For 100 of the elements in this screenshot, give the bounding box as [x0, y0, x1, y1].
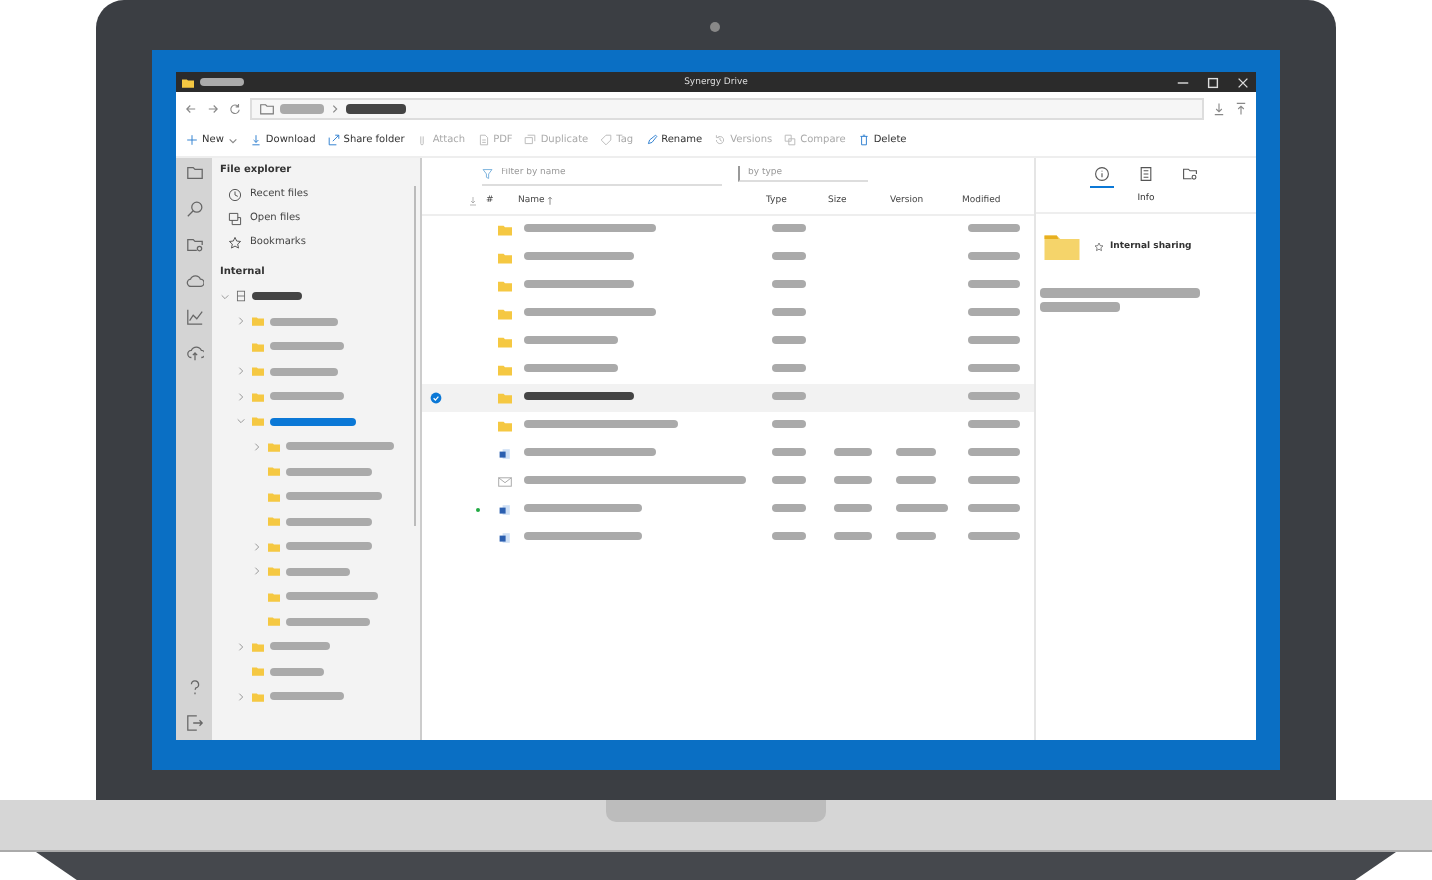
folder-icon	[268, 516, 280, 527]
folder-icon	[498, 280, 512, 292]
redacted-bar	[968, 280, 1020, 288]
folder-icon	[252, 316, 264, 327]
chevron-icon[interactable]	[236, 366, 246, 377]
folder-icon	[268, 541, 280, 552]
folder-icon	[498, 252, 512, 264]
folder-search-icon	[1182, 166, 1198, 182]
path-field[interactable]	[250, 97, 1204, 119]
redacted-bar	[834, 532, 872, 540]
folder-icon	[1044, 232, 1080, 260]
sign-out-icon[interactable]	[185, 714, 203, 732]
envelope-icon	[498, 476, 512, 488]
redacted-bar	[772, 364, 806, 372]
redacted-bar	[524, 280, 634, 288]
folder-icon	[268, 566, 280, 577]
redacted-bar	[524, 224, 656, 232]
tag-icon	[600, 134, 613, 146]
redacted-bar	[524, 392, 634, 400]
chevron-icon[interactable]	[236, 641, 246, 652]
redacted-bar	[286, 617, 370, 626]
chevron-icon[interactable]	[252, 441, 262, 452]
redacted-bar	[772, 224, 806, 232]
chevron-icon[interactable]	[236, 391, 246, 402]
redacted-bar	[968, 532, 1020, 540]
redacted-bar	[524, 364, 618, 372]
clock-icon[interactable]	[228, 187, 242, 201]
file-row[interactable]	[422, 384, 1034, 412]
redacted-bar	[968, 224, 1020, 232]
redacted-bar	[524, 448, 656, 456]
redacted-bar	[286, 492, 382, 501]
redacted-bar	[286, 467, 373, 476]
redacted-bar	[834, 476, 872, 484]
maximize-icon[interactable]	[1206, 75, 1220, 89]
chevron-icon[interactable]	[252, 541, 262, 552]
plus-icon	[186, 134, 198, 146]
history-icon	[714, 134, 727, 146]
redacted-bar	[524, 308, 656, 316]
redacted-bar	[286, 542, 373, 551]
caret-icon[interactable]	[227, 135, 238, 145]
server-icon	[236, 290, 246, 303]
folder-icon	[252, 641, 264, 652]
filter-icon	[482, 167, 494, 179]
chevron-icon[interactable]	[220, 291, 230, 302]
share-icon	[327, 134, 340, 146]
windows-icon[interactable]	[228, 211, 242, 225]
redacted-bar	[270, 342, 344, 351]
refresh-icon[interactable]	[228, 101, 242, 115]
download-icon	[468, 195, 478, 205]
redacted-bar	[968, 364, 1020, 372]
forward-arrow-icon[interactable]	[206, 101, 220, 115]
redacted-bar	[524, 252, 634, 260]
folder-icon	[252, 416, 264, 427]
star-icon[interactable]	[228, 235, 242, 249]
chevron-icon[interactable]	[236, 316, 246, 327]
redacted-bar	[968, 392, 1020, 400]
redacted-bar	[772, 420, 806, 428]
back-arrow-icon[interactable]	[184, 101, 198, 115]
search-icon[interactable]	[185, 200, 203, 218]
chevron-icon[interactable]	[236, 416, 246, 427]
redacted-bar	[270, 392, 344, 401]
redacted-bar	[968, 420, 1020, 428]
download-icon[interactable]	[1212, 101, 1226, 115]
sort-arrow-icon[interactable]	[546, 195, 555, 205]
redacted-bar	[772, 392, 806, 400]
star-icon[interactable]	[1094, 241, 1104, 251]
redacted-bar	[270, 367, 338, 376]
info-tab[interactable]	[1090, 164, 1114, 188]
redacted-bar	[270, 317, 338, 326]
redacted-bar	[286, 567, 350, 576]
redacted-bar	[200, 78, 244, 86]
redacted-bar	[524, 532, 642, 540]
redacted-bar	[1040, 302, 1120, 312]
cloud-upload-icon[interactable]	[185, 344, 203, 362]
chart-icon[interactable]	[185, 308, 203, 326]
redacted-bar	[772, 532, 806, 540]
folder-icon	[252, 691, 264, 702]
folder-icon[interactable]	[185, 164, 203, 182]
help-icon[interactable]	[185, 678, 203, 696]
redacted-bar	[772, 504, 806, 512]
folder-icon	[260, 101, 274, 115]
folder-icon	[268, 591, 280, 602]
chevron-icon[interactable]	[236, 691, 246, 702]
redacted-bar	[270, 667, 325, 676]
redacted-bar	[270, 692, 344, 701]
document-icon	[1138, 166, 1154, 182]
folder-icon	[498, 224, 512, 236]
status-dot	[475, 507, 480, 513]
redacted-bar	[524, 336, 618, 344]
redacted-bar	[772, 280, 806, 288]
upload-icon[interactable]	[1234, 101, 1248, 115]
cloud-icon[interactable]	[185, 272, 203, 290]
chevron-icon[interactable]	[252, 566, 262, 577]
close-icon[interactable]	[1236, 75, 1250, 89]
redacted-bar	[968, 476, 1020, 484]
check-circle-icon[interactable]	[430, 392, 442, 404]
folder-icon	[252, 391, 264, 402]
folder-search-icon[interactable]	[185, 236, 203, 254]
redacted-bar	[772, 336, 806, 344]
folder-icon	[252, 341, 264, 352]
